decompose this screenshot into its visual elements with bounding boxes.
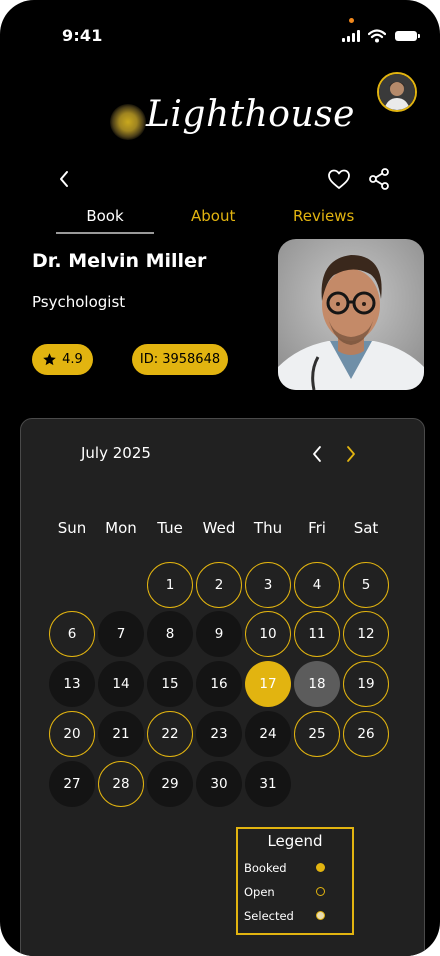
calendar-day-open[interactable]: 26 bbox=[343, 711, 389, 757]
calendar-day-open[interactable]: 28 bbox=[98, 761, 144, 807]
phone-screen: 9:41 Lighthouse Book About Reviews Dr. M… bbox=[0, 0, 440, 956]
calendar-day-default[interactable]: 21 bbox=[98, 711, 144, 757]
calendar-day-default[interactable]: 24 bbox=[245, 711, 291, 757]
share-icon[interactable] bbox=[367, 167, 391, 191]
calendar-day-default[interactable]: 27 bbox=[49, 761, 95, 807]
calendar-day-open[interactable]: 1 bbox=[147, 562, 193, 608]
calendar-month-label: July 2025 bbox=[81, 444, 151, 462]
lighthouse-logo-icon bbox=[110, 104, 146, 140]
legend-label-open: Open bbox=[244, 885, 275, 899]
weekday-label: Sun bbox=[57, 519, 87, 537]
calendar-day-default[interactable]: 30 bbox=[196, 761, 242, 807]
weekday-label: Wed bbox=[202, 519, 236, 537]
privacy-indicator bbox=[349, 18, 354, 23]
weekday-label: Mon bbox=[105, 519, 137, 537]
legend-title: Legend bbox=[267, 832, 323, 850]
calendar-day-default[interactable]: 9 bbox=[196, 611, 242, 657]
legend-label-booked: Booked bbox=[244, 861, 287, 875]
calendar-day-open[interactable]: 4 bbox=[294, 562, 340, 608]
user-avatar[interactable] bbox=[377, 72, 417, 112]
rating-value: 4.9 bbox=[62, 352, 83, 367]
signal-icon bbox=[342, 30, 361, 42]
calendar-day-open[interactable]: 3 bbox=[245, 562, 291, 608]
rating-badge: 4.9 bbox=[32, 344, 93, 375]
back-button[interactable] bbox=[54, 168, 76, 190]
doctor-role: Psychologist bbox=[32, 293, 126, 311]
calendar-day-default[interactable]: 31 bbox=[245, 761, 291, 807]
tab-reviews[interactable]: Reviews bbox=[293, 207, 354, 225]
battery-icon bbox=[395, 31, 420, 41]
calendar-day-default[interactable]: 14 bbox=[98, 661, 144, 707]
weekday-label: Tue bbox=[157, 519, 183, 537]
calendar-day-open[interactable]: 5 bbox=[343, 562, 389, 608]
calendar-day-open[interactable]: 22 bbox=[147, 711, 193, 757]
doctor-id-badge: ID: 3958648 bbox=[132, 344, 228, 375]
tab-book[interactable]: Book bbox=[56, 207, 154, 225]
calendar-day-open[interactable]: 20 bbox=[49, 711, 95, 757]
doctor-photo bbox=[278, 239, 424, 390]
calendar-day-default[interactable]: 7 bbox=[98, 611, 144, 657]
app-logo-text: Lighthouse bbox=[146, 94, 355, 135]
wifi-icon bbox=[368, 29, 386, 43]
star-icon bbox=[43, 353, 56, 366]
calendar-day-default[interactable]: 23 bbox=[196, 711, 242, 757]
legend-box: Legend Booked Open Selected bbox=[236, 827, 354, 935]
status-time: 9:41 bbox=[62, 26, 103, 45]
doctor-name: Dr. Melvin Miller bbox=[32, 250, 207, 272]
weekday-label: Sat bbox=[353, 519, 379, 537]
calendar-day-default[interactable]: 16 bbox=[196, 661, 242, 707]
calendar-day-selected[interactable]: 18 bbox=[294, 661, 340, 707]
calendar-day-open[interactable]: 2 bbox=[196, 562, 242, 608]
calendar-day-open[interactable]: 12 bbox=[343, 611, 389, 657]
calendar-day-open[interactable]: 25 bbox=[294, 711, 340, 757]
calendar-day-open[interactable]: 19 bbox=[343, 661, 389, 707]
calendar-day-open[interactable]: 11 bbox=[294, 611, 340, 657]
calendar-day-default[interactable]: 29 bbox=[147, 761, 193, 807]
favorite-heart-icon[interactable] bbox=[327, 167, 351, 191]
chevron-right-icon[interactable] bbox=[340, 444, 360, 464]
legend-dot-selected bbox=[316, 911, 325, 920]
calendar-day-booked[interactable]: 17 bbox=[245, 661, 291, 707]
calendar-day-open[interactable]: 10 bbox=[245, 611, 291, 657]
chevron-left-icon[interactable] bbox=[308, 444, 328, 464]
calendar-day-default[interactable]: 15 bbox=[147, 661, 193, 707]
calendar-day-default[interactable]: 13 bbox=[49, 661, 95, 707]
calendar-day-open[interactable]: 6 bbox=[49, 611, 95, 657]
legend-dot-open bbox=[316, 887, 325, 896]
legend-dot-booked bbox=[316, 863, 325, 872]
legend-label-selected: Selected bbox=[244, 909, 294, 923]
tab-about[interactable]: About bbox=[191, 207, 235, 225]
weekday-label: Fri bbox=[308, 519, 326, 537]
active-tab-underline bbox=[56, 232, 154, 234]
weekday-label: Thu bbox=[253, 519, 283, 537]
calendar-day-default[interactable]: 8 bbox=[147, 611, 193, 657]
